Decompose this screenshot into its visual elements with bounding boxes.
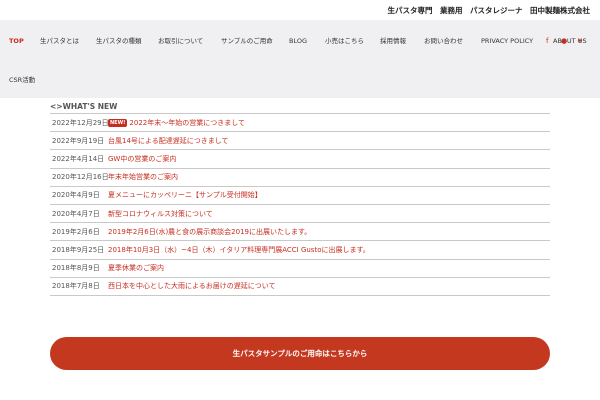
nav-item-recruit[interactable]: 採用情報 xyxy=(380,35,406,47)
news-date: 2018年7月8日 xyxy=(52,282,100,291)
facebook-icon[interactable]: f xyxy=(546,36,548,46)
news-title[interactable]: 2019年2月6日(水)農と食の展示商談会2019に出展いたします。 xyxy=(108,227,311,237)
news-title[interactable]: 夏メニューにカッペリーニ【サンプル受付開始】 xyxy=(108,190,262,200)
top-bar: 生パスタ専門 業務用 パスタレジーナ 田中製麺株式会社 xyxy=(0,0,600,20)
news-title[interactable]: 2018年10月3日（水）~4日（木）イタリア料理専門展ACCI Gustoに出… xyxy=(108,245,370,255)
news-item[interactable]: 2018年9月25日 2018年10月3日（水）~4日（木）イタリア料理専門展A… xyxy=(50,241,550,260)
nav-item-samples[interactable]: サンプルのご用命 xyxy=(221,35,273,47)
news-date: 2022年9月19日 xyxy=(52,136,105,145)
news-date: 2020年12月16日 xyxy=(52,173,109,182)
news-title[interactable]: 夏季休業のご案内 xyxy=(108,263,164,273)
news-date: 2018年8月9日 xyxy=(52,264,100,273)
nav-item-retail[interactable]: 小売はこちら xyxy=(325,35,364,47)
news-item[interactable]: 2019年2月6日 2019年2月6日(水)農と食の展示商談会2019に出展いた… xyxy=(50,223,550,242)
news-title[interactable]: 年末年始営業のご案内 xyxy=(108,172,178,182)
news-title[interactable]: 2022年末～年始の営業につきまして xyxy=(129,118,245,128)
news-title[interactable]: 西日本を中心とした大雨によるお届けの遅延について xyxy=(108,281,276,291)
new-badge: NEW! xyxy=(108,118,128,127)
site-tagline: 生パスタ専門 業務用 パスタレジーナ 田中製麺株式会社 xyxy=(387,5,591,15)
news-item[interactable]: 2022年4月14日 GW中の営業のご案内 xyxy=(50,150,550,169)
news-item[interactable]: 2022年12月29日 NEW! 2022年末～年始の営業につきまして xyxy=(50,114,550,133)
news-item[interactable]: 2020年4月7日 新型コロナウィルス対策について xyxy=(50,205,550,224)
news-item[interactable]: 2020年12月16日 年末年始営業のご案内 xyxy=(50,169,550,187)
news-date: 2022年12月29日 xyxy=(52,118,109,127)
news-title[interactable]: 台風14号による配達遅延につきまして xyxy=(108,136,229,146)
whats-new-heading: <>WHAT'S NEW xyxy=(50,102,118,111)
twitter-icon[interactable]: ✦ xyxy=(577,36,583,46)
nav-item-top[interactable]: TOP xyxy=(9,35,24,47)
news-date: 2019年2月6日 xyxy=(52,227,100,236)
news-item[interactable]: 2018年7月8日 西日本を中心とした大雨によるお届けの遅延について xyxy=(50,278,550,296)
news-item[interactable]: 2022年9月19日 台風14号による配達遅延につきまして xyxy=(50,132,550,151)
news-date: 2022年4月14日 xyxy=(52,154,105,163)
nav-item-about-fresh-pasta[interactable]: 生パスタとは xyxy=(40,35,79,47)
news-date: 2018年9月25日 xyxy=(52,245,105,254)
news-date: 2020年4月7日 xyxy=(52,209,100,218)
news-date: 2020年4月9日 xyxy=(52,191,100,200)
nav-item-transactions[interactable]: お取引について xyxy=(158,35,203,47)
sample-request-label: 生パスタサンプルのご用命はこちらから xyxy=(232,349,368,358)
nav-item-contact[interactable]: お問い合わせ xyxy=(424,35,463,47)
sample-request-button[interactable]: 生パスタサンプルのご用命はこちらから xyxy=(50,337,550,370)
nav-item-blog[interactable]: BLOG xyxy=(289,35,307,47)
news-item[interactable]: 2018年8月9日 夏季休業のご案内 xyxy=(50,260,550,278)
instagram-icon[interactable]: ● xyxy=(561,36,567,46)
news-title[interactable]: GW中の営業のご案内 xyxy=(108,154,176,164)
nav-item-pasta-types[interactable]: 生パスタの種類 xyxy=(96,35,142,47)
news-item[interactable]: 2020年4月9日 夏メニューにカッペリーニ【サンプル受付開始】 xyxy=(50,187,550,205)
nav-row: TOP 生パスタとは 生パスタの種類 お取引について サンプルのご用命 BLOG… xyxy=(0,35,600,47)
news-title[interactable]: 新型コロナウィルス対策について xyxy=(108,209,213,219)
nav-item-csr[interactable]: CSR活動 xyxy=(9,74,35,86)
news-list: 2022年12月29日 NEW! 2022年末～年始の営業につきまして 2022… xyxy=(50,113,550,296)
main-nav: TOP 生パスタとは 生パスタの種類 お取引について サンプルのご用命 BLOG… xyxy=(0,20,600,98)
nav-item-privacy-policy[interactable]: PRIVACY POLICY xyxy=(481,35,533,47)
